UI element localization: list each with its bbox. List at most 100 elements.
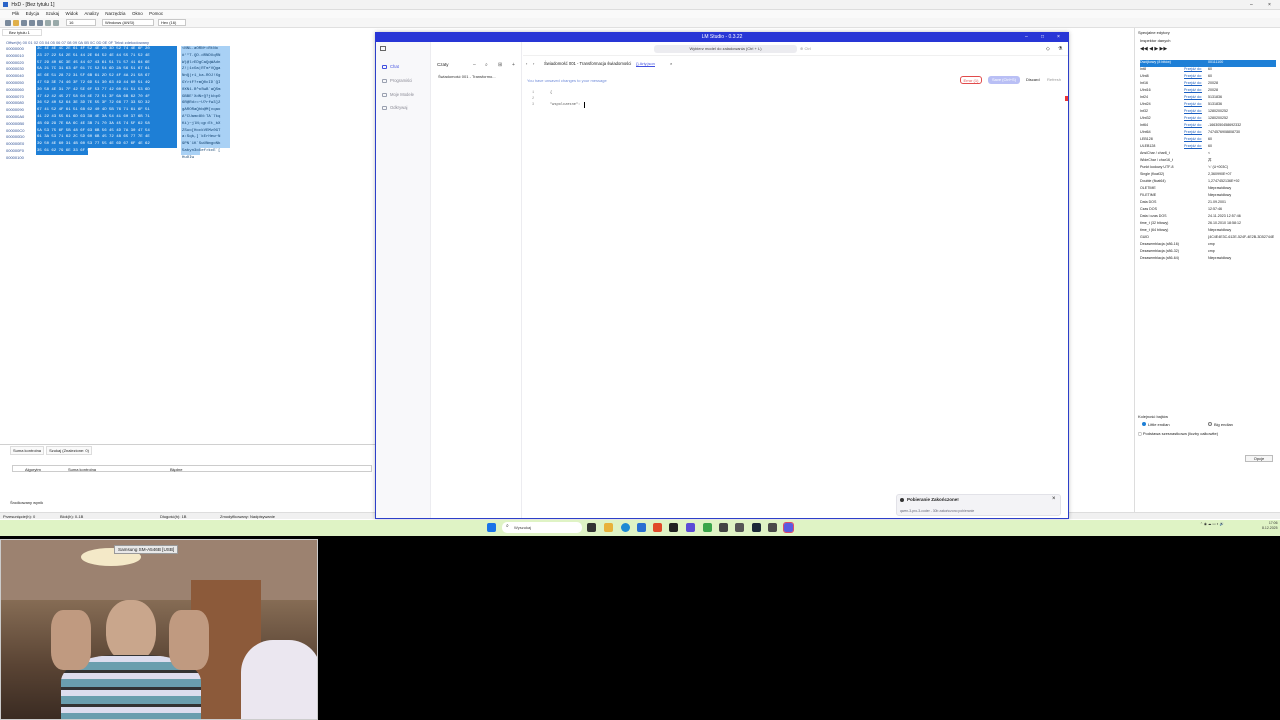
search-icon[interactable]: ⌕	[485, 62, 488, 68]
inspector-row[interactable]: time_t (32 bitowy) 26.10.2010 18:58:12	[1140, 221, 1276, 228]
col-checksum[interactable]: Suma kontrolna	[68, 467, 96, 472]
minimize-icon[interactable]: –	[1025, 32, 1028, 42]
chat-list-item[interactable]: Świadomość 001 - Transformo...	[438, 74, 496, 79]
inspector-row[interactable]: UInt32 Przejdź do: 1280200252	[1140, 116, 1276, 123]
hex-row[interactable]: 35 61 62 79 6E 33 6F 58 65 66 3E 6B 63 4…	[37, 148, 177, 155]
goto-link[interactable]: Przejdź do:	[1184, 95, 1202, 99]
ascii-row[interactable]: a:Sqb,]`kErHew~N	[182, 134, 230, 141]
collapse-icon[interactable]: –	[473, 62, 476, 68]
menu-item-edit[interactable]: Edycja	[26, 10, 40, 18]
ascii-row[interactable]: GY>tF?rmQ0cID`QI	[182, 80, 230, 87]
offset-base-select[interactable]: Hex (16)	[158, 19, 186, 26]
ascii-row[interactable]: Z!|1cOa|RTm*VQga	[182, 66, 230, 73]
menu-item-help[interactable]: Pomoc	[149, 10, 163, 18]
col-algorithm[interactable]: Algorytm	[25, 467, 41, 472]
inspector-row[interactable]: Czas DOS 12:57:46	[1140, 207, 1276, 214]
app-icon[interactable]	[768, 523, 777, 532]
close-icon[interactable]: ×	[1057, 32, 1060, 42]
discard-button[interactable]: Discard	[1026, 76, 1040, 84]
inspector-row[interactable]: Data i czas DOS 24.11.2023 12:57:46	[1140, 214, 1276, 221]
system-tray[interactable]: ⌃ ◉ ☁ ▭ ◐ 🔊	[1200, 522, 1224, 527]
tab-search-results[interactable]: Szukaj (Znalezione: 0)	[46, 446, 92, 455]
ascii-row[interactable]: #'"T.QD.dRNDUqRN	[182, 53, 230, 60]
save-all-icon[interactable]	[29, 20, 35, 26]
charset-select[interactable]: Windows (ANSI)	[102, 19, 154, 26]
inspector-row[interactable]: ULEB128 Przejdź do: 60	[1140, 144, 1276, 151]
goto-link[interactable]: Przejdź do:	[1184, 130, 1202, 134]
menu-item-view[interactable]: Widok	[65, 10, 78, 18]
ascii-row[interactable]: HuOIw	[182, 155, 230, 162]
hex-row[interactable]: 4B 69 29 7E 6A 6C 4E 3B 71 70 3A 45 74 5…	[37, 121, 177, 128]
ascii-row[interactable]: A"CUamc8N:TA`7kq	[182, 114, 230, 121]
inspector-row[interactable]: LEB128 Przejdź do: 60	[1140, 137, 1276, 144]
ascii-row[interactable]: GBBE'XdNrQ?jkbpO	[182, 94, 230, 101]
hex-row[interactable]: 47 59 3E 74 46 3F 72 6D 51 30 63 49 44 6…	[37, 80, 177, 87]
forward-icon[interactable]: ›	[533, 61, 534, 66]
goto-link[interactable]: Przejdź do:	[1184, 137, 1202, 141]
ascii-row[interactable]: Ki)~jlN;qp:Et_bX	[182, 121, 230, 128]
menu-item-file[interactable]: Plik	[12, 10, 19, 18]
file-explorer-icon[interactable]	[604, 523, 613, 532]
inspector-row[interactable]: Int32 Przejdź do: 1280200252	[1140, 109, 1276, 116]
menu-item-tools[interactable]: Narzędzia	[105, 10, 125, 18]
terminal-icon[interactable]	[669, 523, 678, 532]
lm-studio-icon[interactable]	[783, 522, 794, 533]
brave-icon[interactable]	[653, 523, 662, 532]
menu-item-analysis[interactable]: Analizy	[84, 10, 99, 18]
hex-row[interactable]: 23 27 22 54 2E 51 44 2E 64 52 4E 44 55 7…	[37, 53, 177, 60]
inspector-row[interactable]: Int24 Przejdź do: 5131836	[1140, 95, 1276, 102]
sidebar-toggle-icon[interactable]	[380, 46, 386, 51]
sidebar-item-discover[interactable]: Odkrywaj	[382, 105, 407, 110]
inspector-row[interactable]: OLETIME Nieprawidłowy	[1140, 186, 1276, 193]
hex-row[interactable]: 48 75 4F 49 77	[37, 155, 177, 162]
hex-row[interactable]: 67 41 52 4F 61 51 68 62 40 4D 5B 76 71 6…	[37, 107, 177, 114]
code-editor[interactable]: { " "wspolczesne":	[550, 90, 585, 108]
inspector-row[interactable]: Punkt kodowy UTF-8 '<' (U+003C)	[1140, 165, 1276, 172]
goto-link[interactable]: Przejdź do:	[1184, 67, 1202, 71]
inspector-row[interactable]: Dwójkowy (8 bitów) 00111100	[1140, 60, 1276, 67]
ascii-row[interactable]: W)@l>EDgCaQqWAdn	[182, 60, 230, 67]
hex-base-checkbox[interactable]: ▢ Podstawa szesnastkowa (liczby całkowit…	[1138, 431, 1276, 436]
sidebar-item-developer[interactable]: Programiści	[382, 78, 412, 83]
goto-link[interactable]: Przejdź do:	[1184, 74, 1202, 78]
inspector-row[interactable]: Dezasemblacja (x86-16) cmp	[1140, 242, 1276, 249]
ascii-row[interactable]: <NNL.aORN+=RtNo	[182, 46, 230, 53]
close-icon[interactable]: ×	[1268, 0, 1271, 10]
ascii-row[interactable]: gARORaQhb@M[vqao	[182, 107, 230, 114]
taskbar-search[interactable]: Wyszukaj	[502, 522, 582, 533]
goto-link[interactable]: Przejdź do:	[1184, 81, 1202, 85]
hex-row[interactable]: 47 42 42 45 27 58 64 4E 72 51 3F 6A 6B 6…	[37, 94, 177, 101]
inspector-row[interactable]: GUID {4C4E4E3C-612E-524F-4E2B-3D52744E6F2…	[1140, 235, 1276, 242]
inspector-row[interactable]: Dezasemblacja (x86-32) cmp	[1140, 249, 1276, 256]
big-endian-radio[interactable]	[1208, 422, 1212, 426]
ascii-row[interactable]: ZSuo[HockVEMz0GT	[182, 128, 230, 135]
inspector-row[interactable]: WideChar / char16_t 丼	[1140, 158, 1276, 165]
inspector-row[interactable]: Int64 Przejdź do: -1663050458692332	[1140, 123, 1276, 130]
model-selector[interactable]: Wybierz model do załadowania (Ctrl + L)	[654, 45, 797, 53]
redo-icon[interactable]	[53, 20, 59, 26]
hex-row[interactable]: 41 22 43 55 61 6D 63 38 4E 3A 54 41 60 3…	[37, 114, 177, 121]
app-icon[interactable]	[703, 523, 712, 532]
clock[interactable]: 17:06 8.12.2025	[1262, 521, 1278, 531]
col-errors[interactable]: Błędne	[170, 467, 182, 472]
ascii-row[interactable]: 6R@Rd>=~U?rfw3]2	[182, 100, 230, 107]
goto-link[interactable]: Przejdź do:	[1184, 144, 1202, 148]
hex-row[interactable]: 5A 21 7C 31 63 4F 61 7C 52 54 6D 2A 56 5…	[37, 66, 177, 73]
menu-item-search[interactable]: Szukaj	[46, 10, 60, 18]
edge-icon[interactable]	[621, 523, 630, 532]
options-button[interactable]: Opcje	[1245, 455, 1273, 462]
hex-row[interactable]: 57 29 40 6C 3E 45 44 67 43 61 51 71 57 4…	[37, 60, 177, 67]
ascii-row[interactable]: 0XN1.B^oSwB`aQSm	[182, 87, 230, 94]
close-icon[interactable]: ×	[1052, 496, 1056, 502]
new-folder-icon[interactable]: ⊞	[498, 62, 502, 68]
save-icon[interactable]	[21, 20, 27, 26]
menu-item-window[interactable]: Okno	[132, 10, 143, 18]
inspector-row[interactable]: UInt24 Przejdź do: 5131836	[1140, 102, 1276, 109]
goto-link[interactable]: Przejdź do:	[1184, 88, 1202, 92]
app-icon[interactable]	[719, 523, 728, 532]
goto-link[interactable]: Przejdź do:	[1184, 123, 1202, 127]
inspector-row[interactable]: UInt64 Przejdź do: 7474576908808730	[1140, 130, 1276, 137]
undo-icon[interactable]	[45, 20, 51, 26]
hex-row[interactable]: 61 3A 53 71 62 2C 5D 60 6B 45 72 48 65 7…	[37, 134, 177, 141]
close-tab-icon[interactable]: ×	[670, 61, 672, 66]
